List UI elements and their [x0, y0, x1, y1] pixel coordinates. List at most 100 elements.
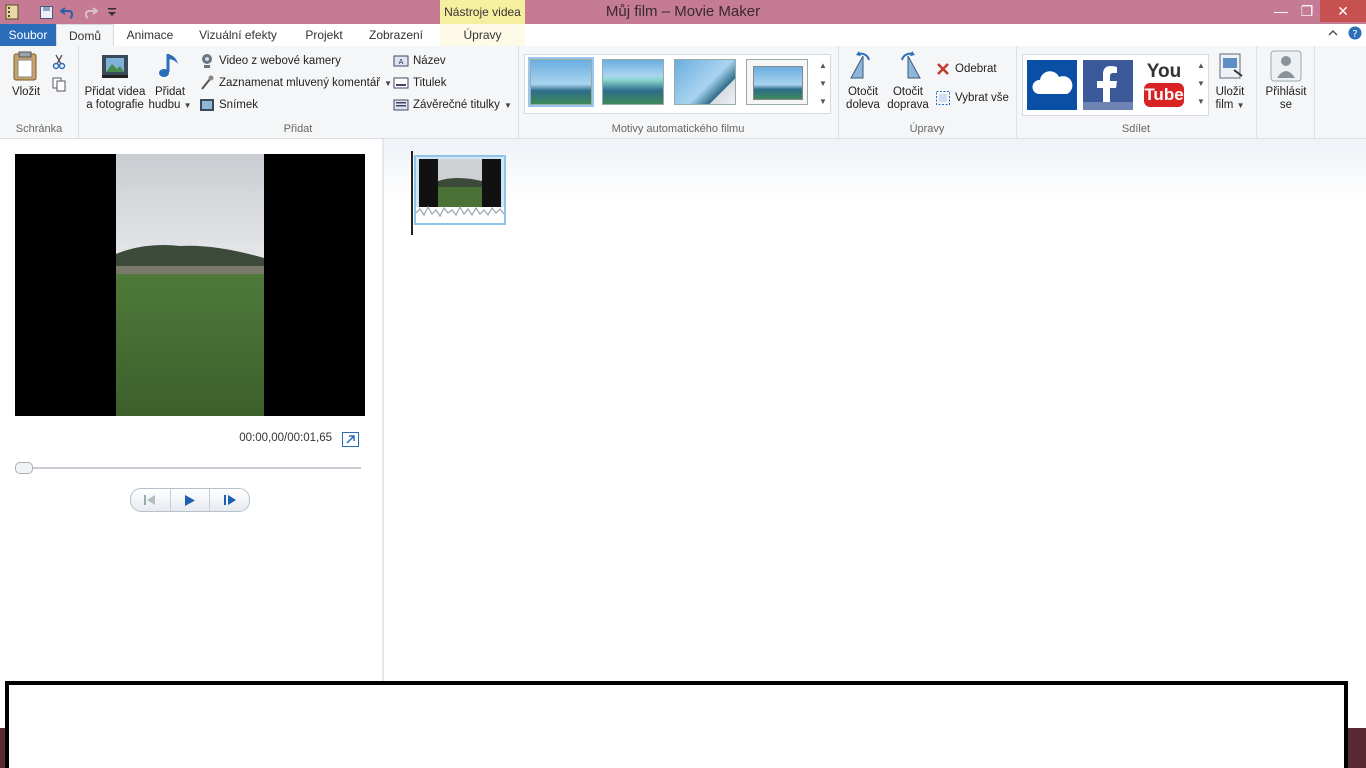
tab-project[interactable]: Projekt	[296, 24, 352, 46]
dropdown-arrow-icon: ▼	[1236, 101, 1245, 110]
youtube-logo-tube: Tube	[1144, 83, 1184, 107]
remove-x-icon	[937, 63, 949, 75]
copy-button[interactable]	[51, 74, 67, 94]
save-movie-label-1: Uložit	[1215, 86, 1245, 98]
theme-fade[interactable]	[674, 59, 736, 105]
group-label-editing: Úpravy	[909, 123, 945, 135]
share-more-icon[interactable]: ▼	[1196, 93, 1206, 111]
rotate-left-icon	[847, 50, 879, 82]
webcam-icon	[202, 54, 212, 68]
scissors-icon	[52, 54, 66, 70]
tab-file[interactable]: Soubor	[0, 24, 56, 46]
snapshot-button[interactable]: Snímek	[199, 95, 258, 115]
svg-text:A: A	[399, 58, 404, 66]
credits-label: Závěrečné titulky	[413, 99, 500, 111]
tab-visual-effects[interactable]: Vizuální efekty	[190, 24, 286, 46]
record-narration-button[interactable]: Zaznamenat mluvený komentář ▼	[199, 73, 392, 93]
paste-button[interactable]: Vložit	[6, 50, 46, 99]
dropdown-arrow-icon: ▼	[384, 78, 392, 88]
preview-monitor[interactable]	[15, 154, 365, 416]
share-scroll-down-icon[interactable]: ▼	[1196, 75, 1206, 93]
onedrive-share-button[interactable]	[1027, 60, 1077, 110]
tab-edit[interactable]: Úpravy	[440, 24, 525, 46]
sign-in-label-2: se	[1279, 99, 1293, 111]
theme-pan-zoom[interactable]	[746, 59, 808, 105]
credits-button[interactable]: Závěrečné titulky ▼	[393, 95, 512, 115]
add-music-button[interactable]: Přidat hudbu ▼	[148, 50, 192, 112]
previous-frame-icon	[144, 495, 156, 505]
seek-thumb[interactable]	[15, 462, 33, 474]
seek-bar[interactable]	[18, 467, 361, 469]
svg-text:?: ?	[1352, 29, 1357, 40]
rotate-right-button[interactable]: Otočit doprava	[886, 50, 930, 112]
group-label-themes: Motivy automatického filmu	[611, 123, 745, 135]
select-all-label: Vybrat vše	[955, 92, 1009, 104]
gallery-scroll-up-icon[interactable]: ▲	[818, 57, 828, 75]
snapshot-label: Snímek	[219, 99, 258, 111]
rotate-right-label-1: Otočit	[892, 86, 924, 98]
dropdown-arrow-icon: ▼	[183, 101, 192, 110]
previous-frame-button[interactable]	[131, 489, 171, 511]
title-label: Název	[413, 55, 446, 67]
save-movie-button[interactable]: Uložit film ▼	[1208, 50, 1252, 112]
theme-default[interactable]	[528, 57, 594, 107]
minimize-button[interactable]: —	[1268, 0, 1294, 22]
copy-icon	[52, 77, 66, 92]
rotate-left-button[interactable]: Otočit doleva	[844, 50, 882, 112]
ribbon-tab-strip: Soubor Domů Animace Vizuální efekty Proj…	[0, 24, 1366, 47]
storyboard[interactable]	[384, 139, 1366, 684]
webcam-video-button[interactable]: Video z webové kamery	[199, 51, 341, 71]
group-label-add: Přidat	[283, 123, 313, 135]
gallery-more-icon[interactable]: ▼	[818, 93, 828, 111]
minimize-ribbon-icon[interactable]	[1328, 29, 1338, 37]
rotate-left-label-2: doleva	[846, 99, 880, 111]
select-all-button[interactable]: Vybrat vše	[935, 88, 1009, 108]
credits-icon	[393, 99, 409, 111]
paste-icon	[10, 50, 42, 82]
sign-in-button[interactable]: Přihlásit se	[1262, 50, 1310, 112]
caption-button[interactable]: Titulek	[393, 73, 446, 93]
record-narration-label: Zaznamenat mluvený komentář	[219, 77, 381, 89]
music-note-icon	[154, 50, 186, 82]
group-label-clipboard: Schránka	[15, 123, 63, 135]
title-button[interactable]: A Název	[393, 51, 446, 71]
youtube-share-button[interactable]: You Tube	[1139, 60, 1189, 110]
storyboard-clip[interactable]	[414, 155, 506, 225]
share-scroll-up-icon[interactable]: ▲	[1196, 57, 1206, 75]
play-icon	[185, 494, 195, 506]
cut-button[interactable]	[51, 52, 67, 72]
help-icon[interactable]: ?	[1348, 26, 1362, 40]
theme-contemporary[interactable]	[602, 59, 664, 105]
add-videos-photos-button[interactable]: Přidat videa a fotografie	[82, 50, 148, 112]
next-frame-icon	[223, 495, 236, 505]
close-button[interactable]: ✕	[1320, 0, 1366, 22]
group-editing: Otočit doleva Otočit doprava Odebrat Vyb…	[838, 46, 1017, 138]
insertion-point	[411, 151, 413, 235]
sign-in-label-1: Přihlásit	[1265, 86, 1307, 98]
preview-pane: 00:00,00/00:01,65	[0, 139, 384, 684]
webcam-video-label: Video z webové kamery	[219, 55, 341, 67]
paste-label: Vložit	[11, 86, 41, 98]
group-signin: Přihlásit se	[1256, 46, 1315, 138]
gallery-scroll-down-icon[interactable]: ▼	[818, 75, 828, 93]
play-button[interactable]	[171, 489, 211, 511]
dropdown-arrow-icon: ▼	[503, 100, 512, 110]
restore-button[interactable]: ❐	[1294, 0, 1320, 22]
facebook-share-button[interactable]	[1083, 60, 1133, 110]
tab-animations[interactable]: Animace	[118, 24, 182, 46]
title-bar: Můj film – Movie Maker Nástroje videa — …	[0, 0, 1366, 24]
save-movie-icon	[1214, 50, 1246, 82]
tab-view[interactable]: Zobrazení	[362, 24, 430, 46]
expand-icon	[342, 432, 359, 447]
next-frame-button[interactable]	[210, 489, 249, 511]
fullscreen-button[interactable]	[342, 432, 359, 447]
caption-icon	[393, 77, 409, 89]
tab-home[interactable]: Domů	[56, 24, 114, 47]
remove-button[interactable]: Odebrat	[935, 59, 997, 79]
facebook-icon	[1083, 66, 1133, 110]
video-frame	[15, 154, 365, 416]
microphone-icon	[201, 75, 214, 90]
remove-label: Odebrat	[955, 63, 997, 75]
save-movie-label-2: film	[1215, 99, 1234, 111]
add-videos-label-2: a fotografie	[86, 99, 144, 111]
